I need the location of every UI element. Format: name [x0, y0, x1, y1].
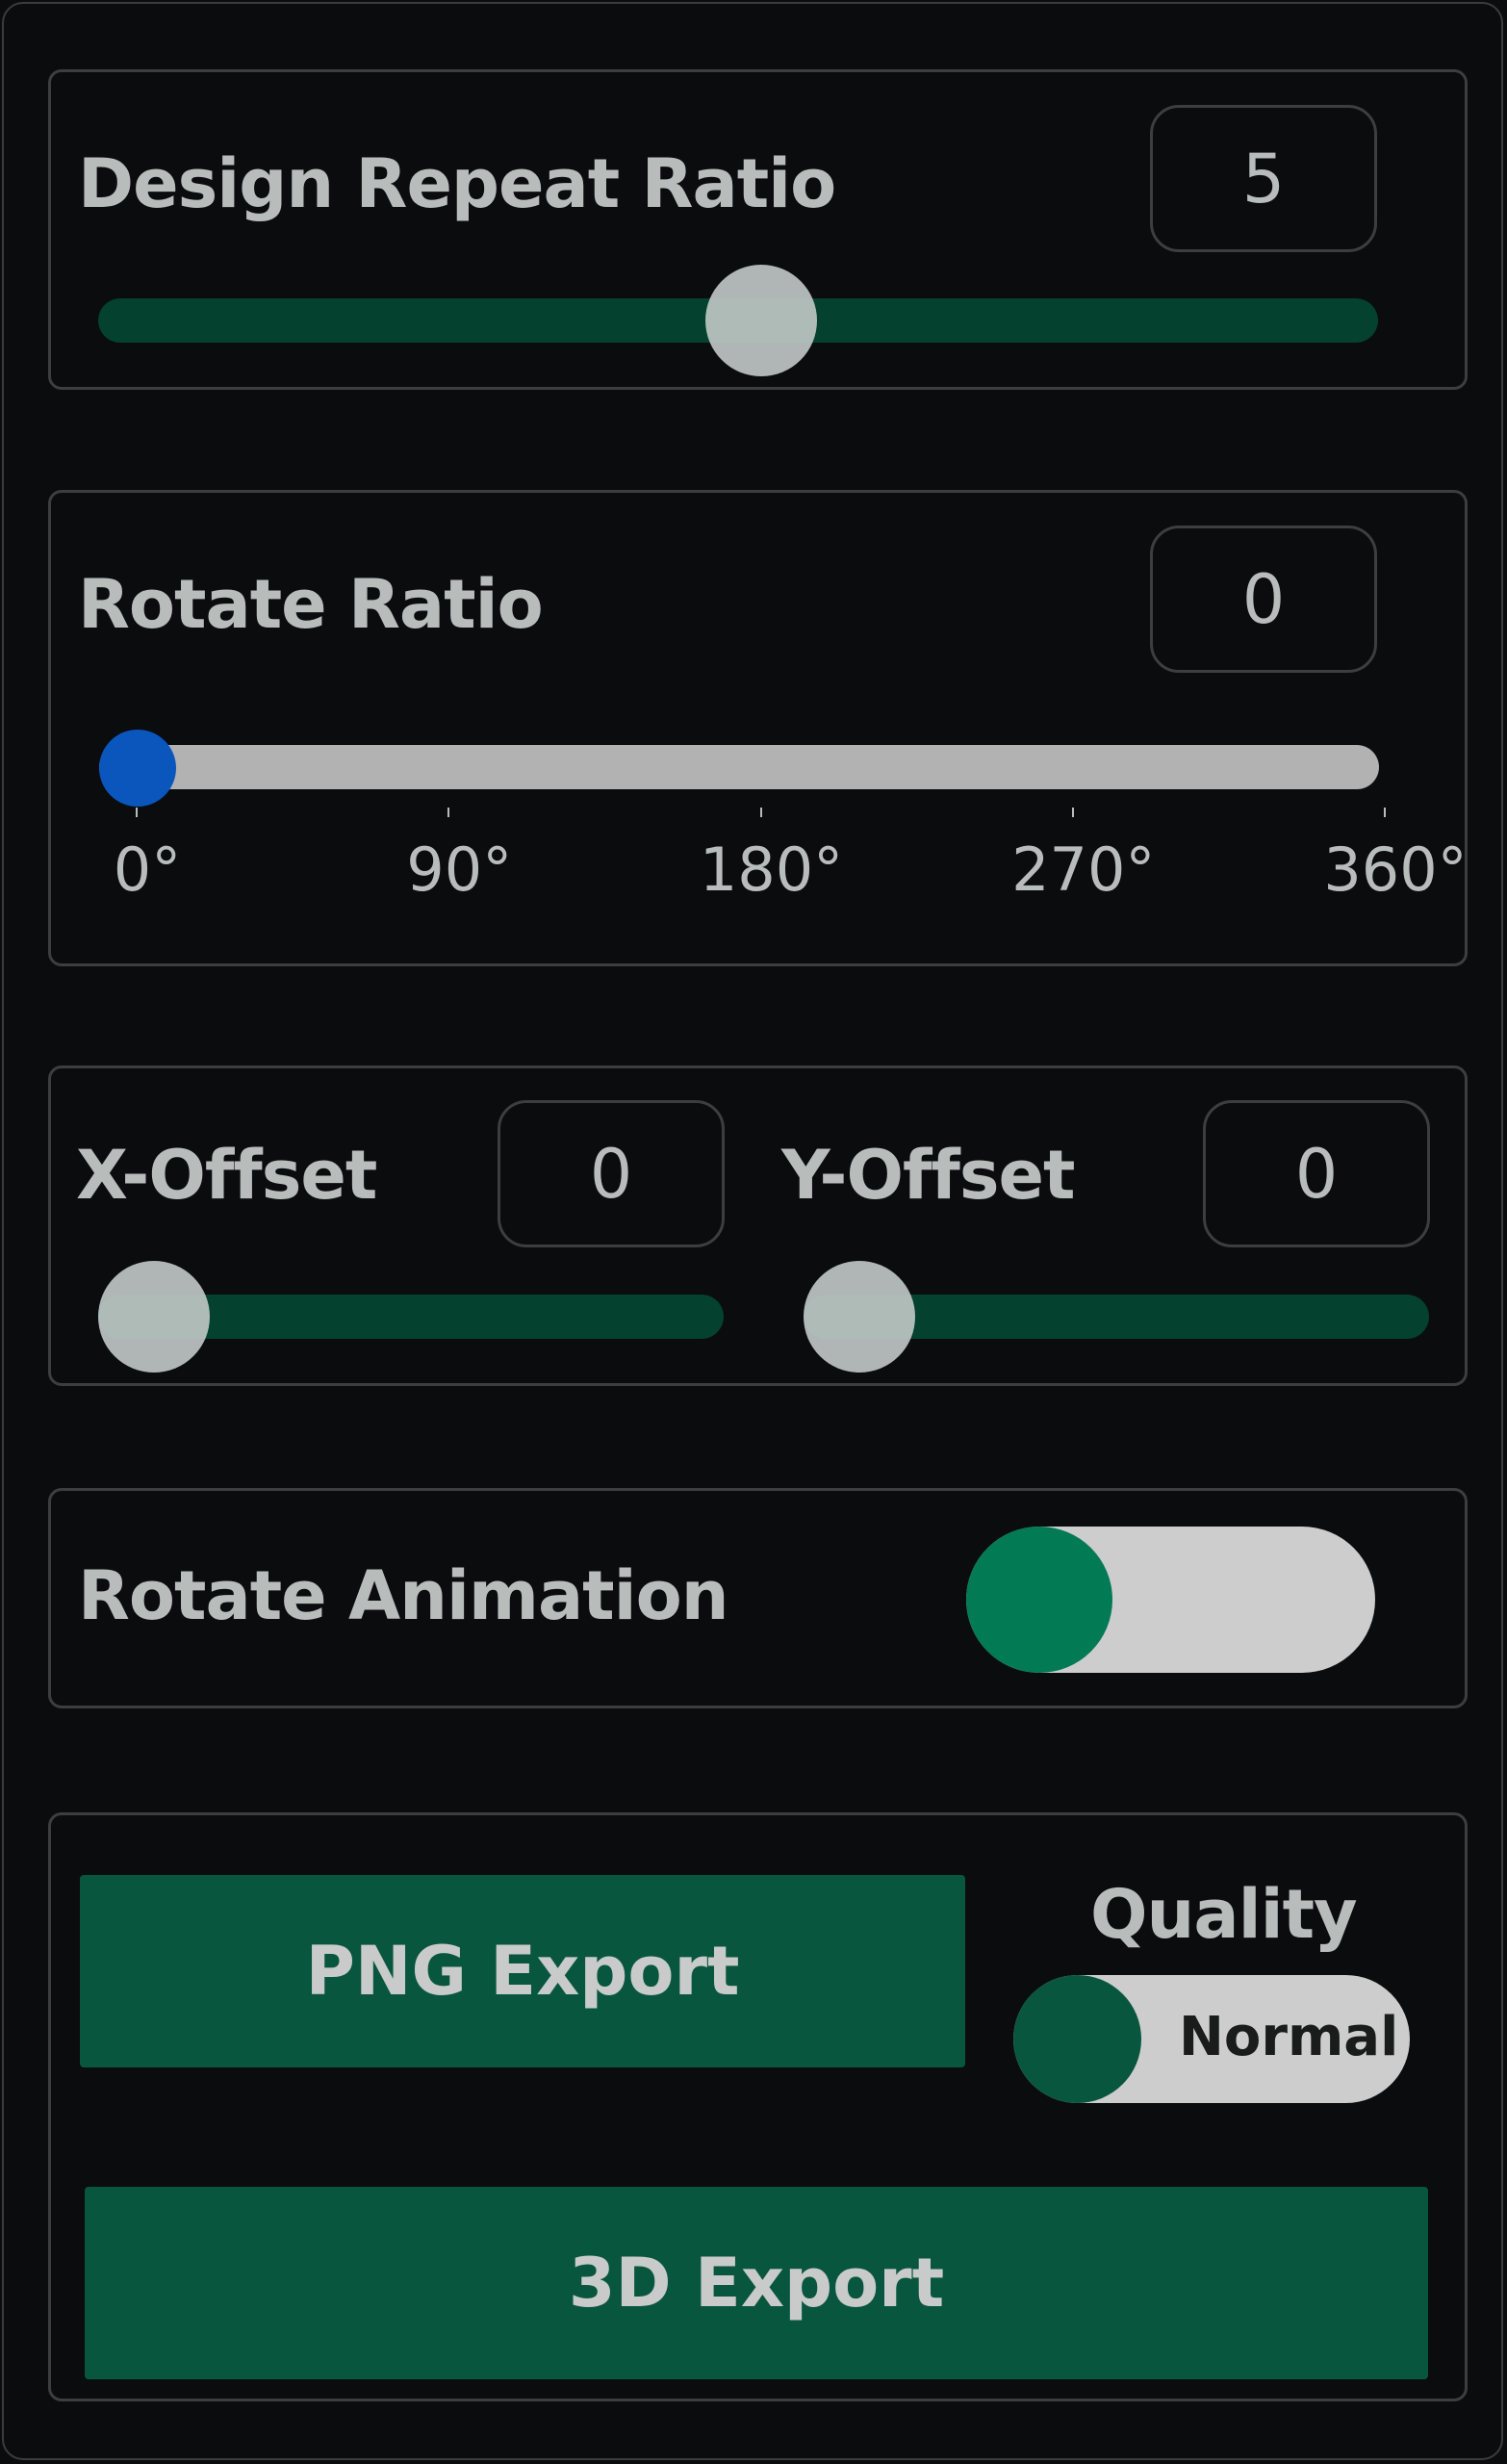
offset-card: X-Offset 0 Y-Offset 0 — [48, 1065, 1468, 1386]
y-offset-label: Y-Offset — [781, 1136, 1075, 1215]
x-offset-value[interactable]: 0 — [498, 1100, 725, 1247]
tick-label: 360° — [1323, 834, 1468, 905]
settings-panel: Design Repeat Ratio 5 Rotate Ratio 0 0° 9… — [2, 2, 1503, 2460]
rotate-ratio-thumb[interactable] — [99, 730, 176, 807]
quality-value: Normal — [1179, 2006, 1399, 2068]
png-export-button[interactable]: PNG Export — [80, 1875, 965, 2067]
tick-label: 90° — [406, 834, 513, 905]
design-repeat-thumb[interactable] — [705, 265, 817, 376]
tick-label: 0° — [113, 834, 182, 905]
design-repeat-label: Design Repeat Ratio — [78, 144, 836, 223]
x-offset-label: X-Offset — [76, 1136, 377, 1215]
y-offset-thumb[interactable] — [804, 1261, 915, 1373]
rotate-ratio-value[interactable]: 0 — [1150, 526, 1377, 673]
quality-knob — [1013, 1975, 1141, 2103]
tick-label: 270° — [1011, 834, 1156, 905]
export-card: PNG Export Quality Normal 3D Export — [48, 1812, 1468, 2401]
tick-mark — [1071, 808, 1074, 817]
design-repeat-value[interactable]: 5 — [1150, 105, 1377, 252]
x-offset-thumb[interactable] — [98, 1261, 210, 1373]
tick-mark — [136, 808, 138, 817]
tick-mark — [447, 808, 450, 817]
tick-mark — [759, 808, 762, 817]
toggle-knob — [966, 1527, 1112, 1673]
rotate-animation-card: Rotate Animation — [48, 1488, 1468, 1708]
3d-export-button[interactable]: 3D Export — [85, 2187, 1428, 2379]
quality-toggle[interactable]: Normal — [1013, 1975, 1410, 2103]
y-offset-value[interactable]: 0 — [1203, 1100, 1430, 1247]
rotate-animation-toggle[interactable] — [966, 1527, 1375, 1673]
rotate-ratio-label: Rotate Ratio — [78, 565, 544, 644]
quality-label: Quality — [1090, 1875, 1358, 1954]
design-repeat-card: Design Repeat Ratio 5 — [48, 69, 1468, 390]
rotate-animation-label: Rotate Animation — [78, 1556, 729, 1635]
tick-label: 180° — [699, 834, 844, 905]
tick-mark — [1384, 808, 1386, 817]
rotate-ratio-track[interactable] — [99, 745, 1379, 789]
rotate-ratio-card: Rotate Ratio 0 0° 90° 180° 270° 360° — [48, 490, 1468, 966]
